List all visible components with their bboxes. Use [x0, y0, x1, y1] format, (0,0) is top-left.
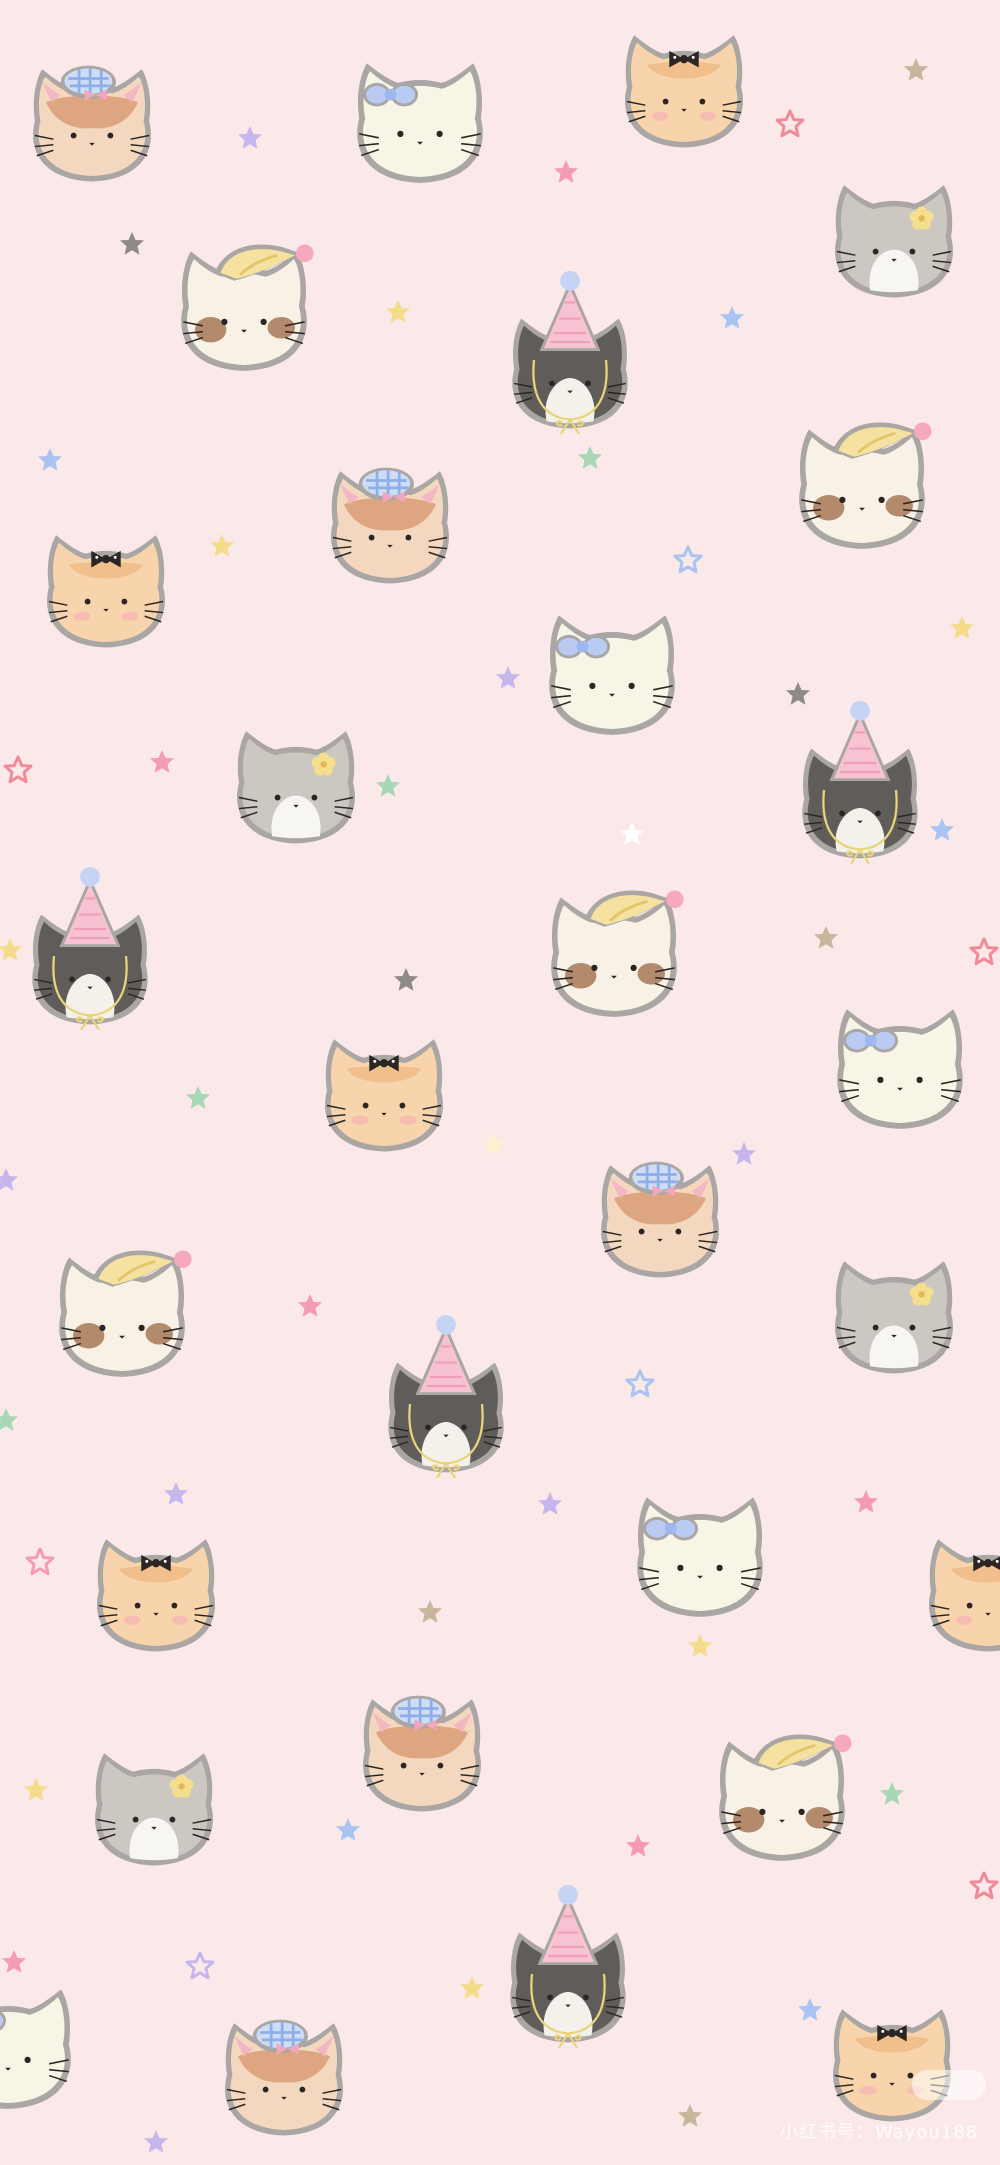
wallpaper	[0, 0, 1000, 2165]
cream-cat-blue-bow	[637, 1497, 763, 1617]
calico-cat-banana-hat	[59, 1250, 191, 1376]
orange-cat-black-bow	[97, 1539, 215, 1651]
calico-cat-banana-hat	[551, 890, 683, 1016]
ginger-cat-gingham-hat	[33, 66, 151, 182]
cream-cat-blue-bow	[549, 615, 675, 735]
orange-cat-black-bow	[47, 535, 165, 647]
watermark: 小红书号：Wayou188	[780, 2122, 979, 2143]
calico-cat-banana-hat	[719, 1734, 851, 1860]
calico-cat-banana-hat	[799, 422, 931, 548]
grey-cat-yellow-flower	[95, 1753, 213, 1865]
orange-cat-black-bow	[325, 1039, 443, 1151]
ginger-cat-gingham-hat	[331, 468, 449, 584]
calico-cat-banana-hat	[181, 244, 313, 370]
watermark-badge	[912, 2070, 986, 2100]
ginger-cat-gingham-hat	[363, 1696, 481, 1812]
ginger-cat-gingham-hat	[601, 1162, 719, 1278]
orange-cat-black-bow	[625, 35, 743, 147]
orange-cat-black-bow	[833, 2009, 951, 2121]
ginger-cat-gingham-hat	[225, 2020, 343, 2136]
grey-cat-yellow-flower	[835, 185, 953, 297]
cream-cat-blue-bow	[357, 63, 483, 183]
cream-cat-blue-bow	[837, 1009, 963, 1129]
grey-cat-yellow-flower	[237, 731, 355, 843]
grey-cat-yellow-flower	[835, 1261, 953, 1373]
